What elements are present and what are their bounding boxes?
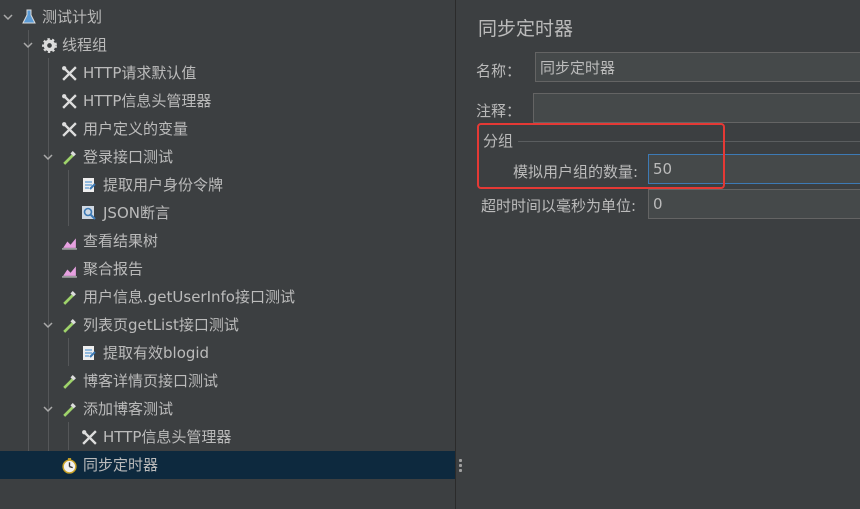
tree-node-label: HTTP请求默认值 bbox=[83, 64, 197, 82]
tree-node-label: 线程组 bbox=[62, 36, 108, 54]
test-plan-tree[interactable]: 测试计划 线程组 HTTP请求默认值 HTTP信息头管理器 用户定义的变量 登录… bbox=[0, 0, 455, 509]
tree-node-getuserinfo-test[interactable]: 用户信息.getUserInfo接口测试 bbox=[0, 283, 455, 311]
chevron-down-icon[interactable] bbox=[42, 151, 54, 163]
tree-node-label: HTTP信息头管理器 bbox=[83, 92, 212, 110]
tree-node-aggregate-report[interactable]: 聚合报告 bbox=[0, 255, 455, 283]
tree-node-getlist-test[interactable]: 列表页getList接口测试 bbox=[0, 311, 455, 339]
tree-node-label: HTTP信息头管理器 bbox=[103, 428, 232, 446]
name-field[interactable] bbox=[535, 52, 860, 82]
highlight-box bbox=[477, 123, 725, 189]
pipette-icon bbox=[60, 288, 78, 306]
tree-node-user-variables[interactable]: 用户定义的变量 bbox=[0, 115, 455, 143]
tree-node-label: 登录接口测试 bbox=[83, 148, 174, 166]
chevron-down-icon[interactable] bbox=[2, 11, 14, 23]
tree-node-results-tree[interactable]: 查看结果树 bbox=[0, 227, 455, 255]
tree-node-extract-token[interactable]: 提取用户身份令牌 bbox=[0, 171, 455, 199]
timer-icon bbox=[60, 456, 78, 474]
extractor-icon bbox=[80, 176, 98, 194]
splitter-grip-icon[interactable] bbox=[459, 459, 462, 474]
tree-node-http-defaults[interactable]: HTTP请求默认值 bbox=[0, 59, 455, 87]
tree-node-label: 聚合报告 bbox=[83, 260, 144, 278]
tree-node-test-plan[interactable]: 测试计划 bbox=[0, 3, 455, 31]
tree-node-label: 添加博客测试 bbox=[83, 400, 174, 418]
tree-node-label: 测试计划 bbox=[42, 8, 103, 26]
tree-node-json-assertion[interactable]: JSON断言 bbox=[0, 199, 455, 227]
extractor-icon bbox=[80, 344, 98, 362]
comment-label: 注释： bbox=[476, 102, 522, 120]
tree-node-thread-group[interactable]: 线程组 bbox=[0, 31, 455, 59]
tree-node-extract-blogid[interactable]: 提取有效blogid bbox=[0, 339, 455, 367]
chevron-down-icon[interactable] bbox=[42, 403, 54, 415]
tree-node-label: JSON断言 bbox=[103, 204, 170, 222]
tree-node-header-manager-2[interactable]: HTTP信息头管理器 bbox=[0, 423, 455, 451]
magnifier-icon bbox=[80, 204, 98, 222]
wrench-icon bbox=[60, 64, 78, 82]
tree-node-label: 用户定义的变量 bbox=[83, 120, 189, 138]
panel-splitter[interactable] bbox=[455, 0, 469, 509]
pipette-icon bbox=[60, 316, 78, 334]
wrench-icon bbox=[60, 92, 78, 110]
flask-icon bbox=[20, 8, 38, 26]
chart-icon bbox=[60, 260, 78, 278]
chart-icon bbox=[60, 232, 78, 250]
name-label: 名称： bbox=[476, 62, 522, 80]
tree-node-blog-detail-test[interactable]: 博客详情页接口测试 bbox=[0, 367, 455, 395]
wrench-icon bbox=[80, 428, 98, 446]
tree-node-label: 查看结果树 bbox=[83, 232, 159, 250]
tree-node-label: 提取用户身份令牌 bbox=[103, 176, 224, 194]
wrench-icon bbox=[60, 120, 78, 138]
tree-node-label: 提取有效blogid bbox=[103, 344, 210, 362]
gear-icon bbox=[40, 36, 58, 54]
tree-node-header-manager[interactable]: HTTP信息头管理器 bbox=[0, 87, 455, 115]
chevron-down-icon[interactable] bbox=[42, 319, 54, 331]
pipette-icon bbox=[60, 400, 78, 418]
timeout-field[interactable] bbox=[648, 189, 860, 219]
comment-field[interactable] bbox=[533, 93, 860, 123]
pipette-icon bbox=[60, 372, 78, 390]
tree-node-label: 列表页getList接口测试 bbox=[83, 316, 239, 334]
sync-timer-panel: 同步定时器 名称： 注释： 分组 模拟用户组的数量: 超时时间以毫秒为单位: bbox=[468, 0, 860, 509]
page-title: 同步定时器 bbox=[478, 18, 574, 40]
tree-node-add-blog-test[interactable]: 添加博客测试 bbox=[0, 395, 455, 423]
tree-node-sync-timer[interactable]: 同步定时器 bbox=[0, 451, 455, 479]
pipette-icon bbox=[60, 148, 78, 166]
tree-node-login-test[interactable]: 登录接口测试 bbox=[0, 143, 455, 171]
tree-node-label: 用户信息.getUserInfo接口测试 bbox=[83, 288, 295, 306]
chevron-down-icon[interactable] bbox=[22, 39, 34, 51]
tree-node-label: 同步定时器 bbox=[83, 456, 159, 474]
tree-node-label: 博客详情页接口测试 bbox=[83, 372, 219, 390]
timeout-label: 超时时间以毫秒为单位: bbox=[481, 197, 637, 215]
